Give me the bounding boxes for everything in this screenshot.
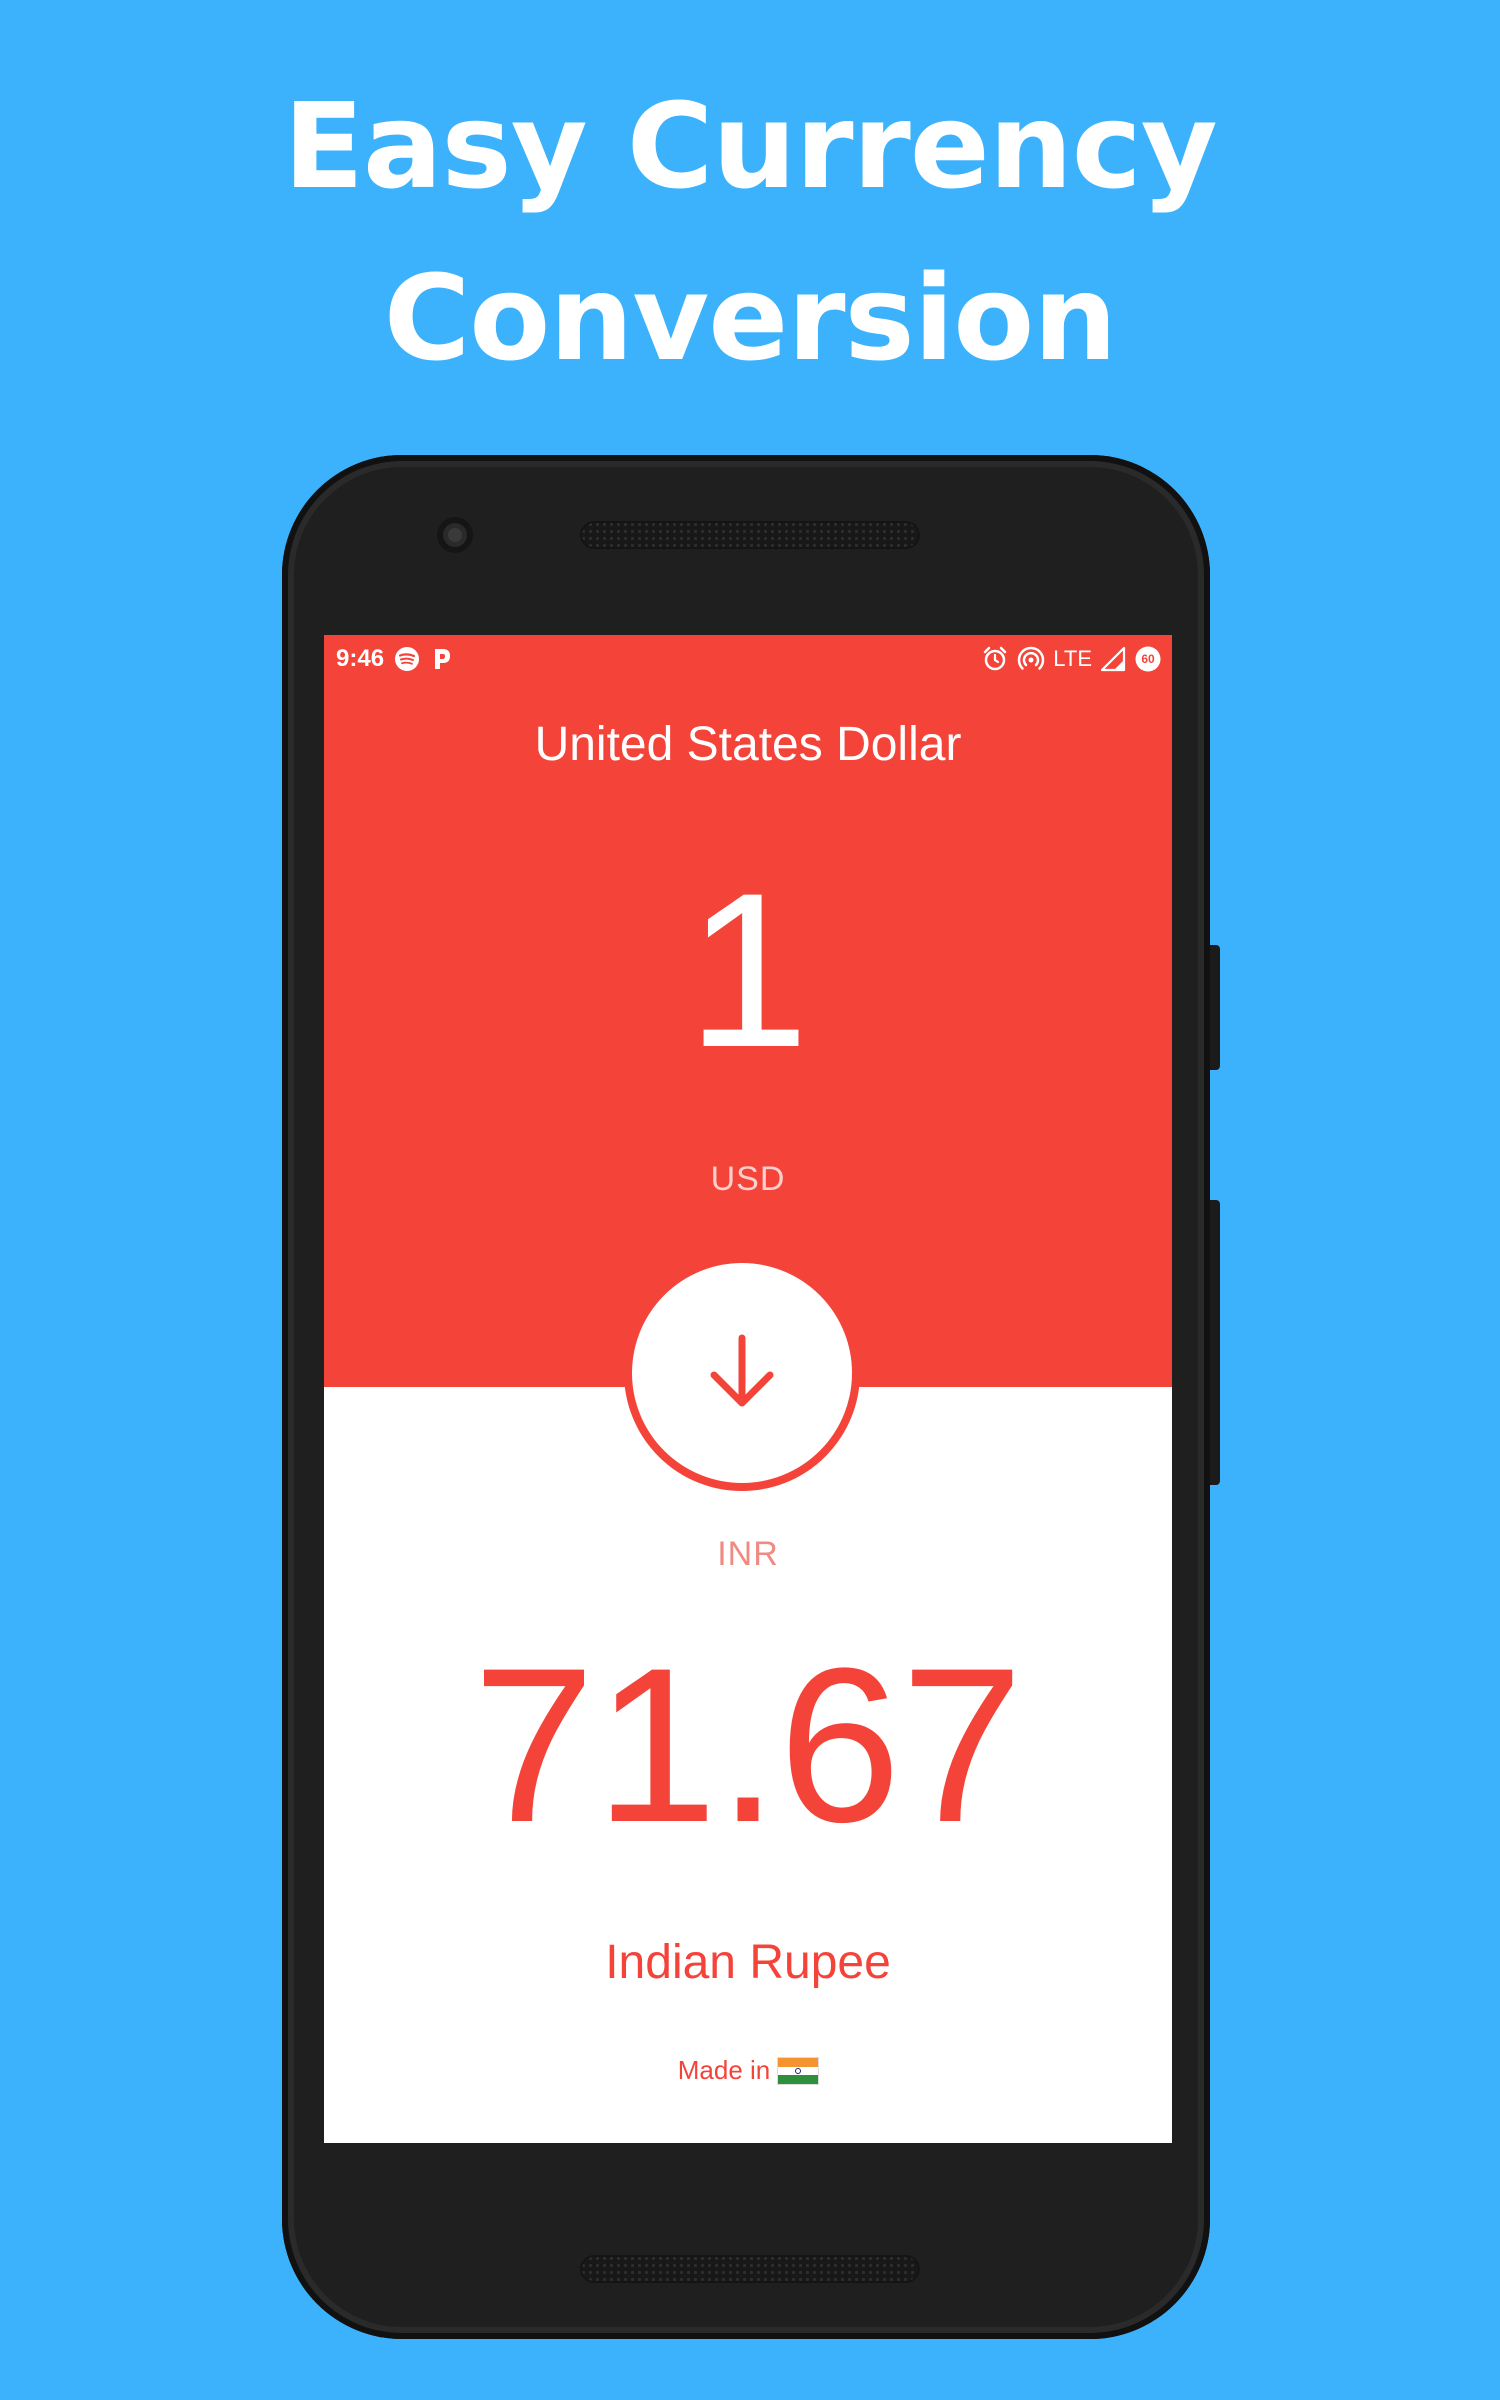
battery-level: 60 xyxy=(1141,652,1155,666)
target-currency-code: INR xyxy=(717,1535,779,1573)
source-amount[interactable]: 1 xyxy=(324,860,1172,1080)
target-currency-name[interactable]: Indian Rupee xyxy=(324,1935,1172,1990)
swap-button[interactable] xyxy=(624,1255,860,1491)
front-camera xyxy=(437,517,473,553)
phone-frame: 9:46 LTE 60 United States Dollar 1 USD I… xyxy=(282,455,1210,2339)
app-screen: 9:46 LTE 60 United States Dollar 1 USD I… xyxy=(324,635,1172,2143)
headline-line-1: Easy Currency xyxy=(283,77,1217,215)
status-time: 9:46 xyxy=(336,645,385,672)
hotspot-icon xyxy=(1017,645,1045,673)
made-in-footer: Made in xyxy=(324,2055,1172,2086)
spotify-icon xyxy=(394,646,420,672)
top-speaker xyxy=(580,521,920,549)
promo-headline: Easy Currency Conversion xyxy=(0,60,1500,404)
source-currency-code: USD xyxy=(710,1160,786,1198)
alarm-icon xyxy=(981,645,1009,673)
converted-amount: 71.67 xyxy=(472,1622,1024,1868)
bottom-speaker xyxy=(580,2255,920,2283)
status-bar: 9:46 LTE 60 xyxy=(324,635,1172,683)
source-currency-name[interactable]: United States Dollar xyxy=(324,717,1172,772)
india-flag-icon xyxy=(778,2057,819,2084)
made-in-label: Made in xyxy=(677,2055,771,2085)
network-type: LTE xyxy=(1053,646,1092,671)
battery-icon: 60 xyxy=(1134,645,1162,673)
signal-icon xyxy=(1100,646,1126,672)
arrow-down-icon xyxy=(697,1328,787,1418)
pandora-icon xyxy=(430,646,454,672)
headline-line-2: Conversion xyxy=(383,249,1118,387)
